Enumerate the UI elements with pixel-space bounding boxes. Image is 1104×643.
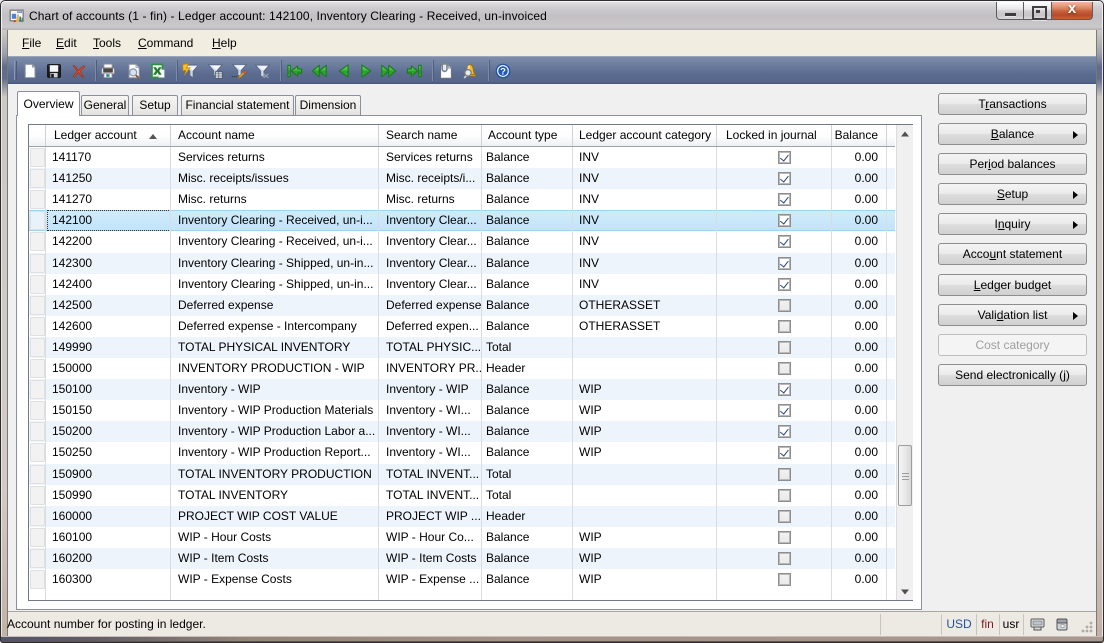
svg-text:?: ? [500, 67, 506, 78]
